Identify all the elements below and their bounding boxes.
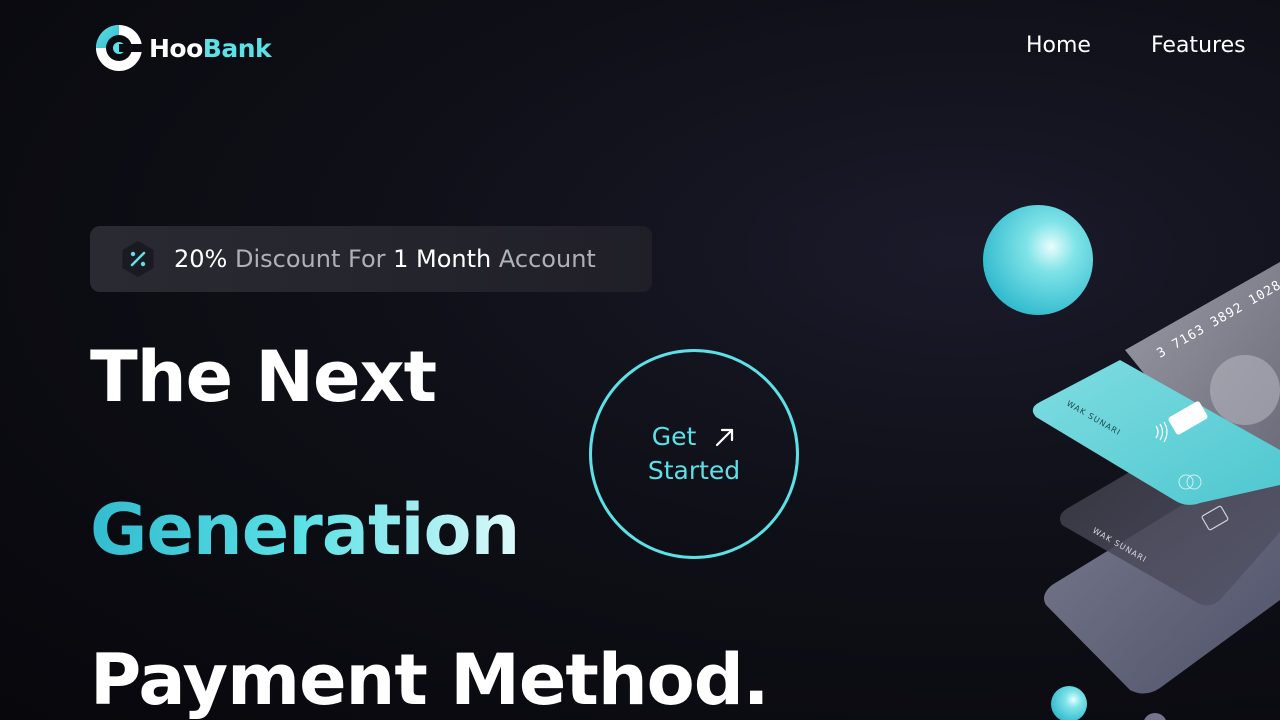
nav-item-home[interactable]: Home [1026, 33, 1091, 58]
logo-icon [96, 25, 143, 71]
brand-name-part2: Bank [202, 33, 272, 63]
get-started-button[interactable]: Get Started [589, 349, 799, 559]
sphere-large [983, 205, 1093, 315]
discount-icon [122, 241, 154, 277]
sphere-tiny [1144, 713, 1166, 720]
get-started-label-line1: Get [651, 422, 697, 451]
discount-badge: 20% Discount For 1 Month Account [90, 226, 652, 292]
arrow-up-right-icon [716, 428, 734, 447]
get-started-row2: Started [648, 454, 740, 488]
discount-account: Account [498, 245, 596, 273]
brand-name: HooBank [149, 33, 272, 63]
discount-for: For [348, 245, 386, 273]
discount-percent: 20% [174, 245, 228, 273]
main-nav: Home Features [1026, 33, 1246, 58]
brand-name-part1: Hoo [149, 33, 203, 63]
cards-illustration: WAK SUNARI 3 7163 3892 1028 WAK SUNARI [983, 205, 1280, 720]
discount-word: Discount [234, 245, 341, 273]
hero-title-line2: Generation [90, 489, 520, 571]
logo[interactable]: HooBank [95, 24, 272, 72]
get-started-row1: Get [652, 420, 737, 454]
sphere-small [1051, 686, 1087, 720]
hero-title-line1: The Next [90, 336, 437, 418]
discount-text: 20% Discount For 1 Month Account [174, 245, 596, 273]
get-started-label-line2: Started [647, 456, 741, 485]
discount-months: 1 Month [393, 245, 492, 273]
hero-title-line3: Payment Method. [90, 639, 769, 720]
nav-item-features[interactable]: Features [1151, 33, 1246, 58]
